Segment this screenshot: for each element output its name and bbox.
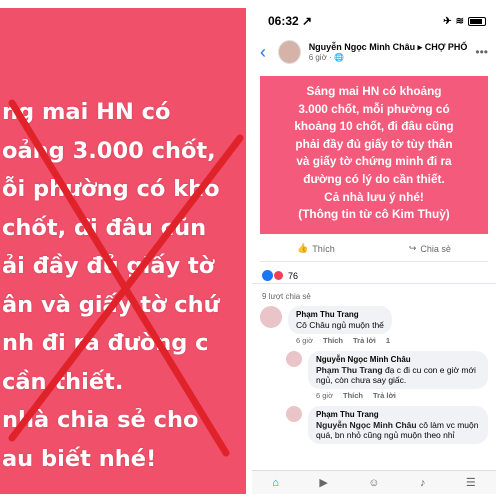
commenter-avatar[interactable] [260, 306, 282, 328]
more-options-icon[interactable]: ••• [475, 45, 488, 59]
card-line: đường có lý do cần thiết. [303, 171, 445, 186]
comment-text: Phạm Thu Trang đạ c đi cu con e giờ mới … [316, 365, 476, 385]
love-reaction-icon [273, 270, 284, 281]
video-icon[interactable]: ▶ [319, 476, 327, 489]
airplane-icon: ✈ [443, 15, 452, 27]
comment-actions: 6 giờ Thích Trả lời [308, 389, 488, 400]
status-bar: 06:32 ↗ ✈ ≋ [252, 8, 496, 34]
reaction-summary[interactable]: 76 [252, 262, 496, 284]
card-line: (Thông tin từ cô Kim Thuỳ) [298, 207, 450, 222]
like-button[interactable]: 👍 Thích [297, 243, 335, 254]
card-line: phải đầy đủ giấy tờ tùy thân [295, 136, 453, 151]
reply-comment: Phạm Thu Trang Nguyễn Ngọc Minh Châu cô … [252, 406, 496, 444]
comment-reply-button[interactable]: Trả lời [373, 391, 396, 400]
post-actions: 👍 Thích ↪ Chia sẻ [260, 236, 488, 262]
groups-icon[interactable]: ☺ [368, 477, 379, 489]
share-label: Chia sẻ [420, 243, 451, 254]
comment-bubble: Phạm Thu Trang Cô Châu ngủ muộn thế [288, 306, 392, 334]
bottom-tab-bar: ⌂ ▶ ☺ ♪ ☰ [252, 470, 496, 494]
battery-icon [468, 16, 486, 26]
post-author[interactable]: Nguyễn Ngọc Minh Châu ▸ CHỢ PHỐ [309, 42, 468, 53]
reply-comment: Nguyễn Ngọc Minh Châu Phạm Thu Trang đạ … [252, 351, 496, 400]
comment-text: Cô Châu ngủ muộn thế [296, 320, 384, 330]
mention-link[interactable]: Nguyễn Ngọc Minh Châu [316, 420, 417, 430]
post-header: ‹ Nguyễn Ngọc Minh Châu ▸ CHỢ PHỐ 6 giờ … [252, 34, 496, 70]
commenter-name[interactable]: Nguyễn Ngọc Minh Châu [316, 355, 480, 364]
wifi-icon: ≋ [455, 15, 464, 27]
phone-screenshot: 06:32 ↗ ✈ ≋ ‹ Nguyễn Ngọc Minh Châu ▸ CH… [252, 8, 496, 494]
commenter-avatar[interactable] [286, 406, 302, 422]
post-time: 6 giờ · 🌐 [308, 53, 344, 62]
commenter-avatar[interactable] [286, 351, 302, 367]
comment-bubble: Nguyễn Ngọc Minh Châu Phạm Thu Trang đạ … [308, 351, 488, 389]
home-icon[interactable]: ⌂ [272, 477, 279, 489]
share-count[interactable]: 9 lượt chia sẻ [252, 284, 496, 306]
zoomed-post-crop: ng mai HN có oảng 3.000 chốt, ỗi phường … [0, 8, 246, 494]
post-card: Sáng mai HN có khoảng 3.000 chốt, mỗi ph… [260, 76, 488, 234]
card-line: và giấy tờ chứng minh đi ra [296, 154, 452, 169]
comment-actions: 6 giờ Thích Trả lời 1 [288, 334, 392, 345]
commenter-name[interactable]: Phạm Thu Trang [316, 410, 480, 419]
comment-reply-button[interactable]: Trả lời [353, 336, 376, 345]
author-avatar[interactable] [277, 40, 301, 64]
comment-like-button[interactable]: Thích [343, 391, 363, 400]
mention-link[interactable]: Phạm Thu Trang [316, 365, 383, 375]
like-reaction-icon [262, 270, 273, 281]
comment-reaction-count: 1 [385, 336, 391, 345]
status-time: 06:32 ↗ [268, 14, 313, 28]
comment-bubble: Phạm Thu Trang Nguyễn Ngọc Minh Châu cô … [308, 406, 488, 444]
comment-time: 6 giờ [296, 336, 314, 345]
card-line: Cả nhà lưu ý nhé! [324, 189, 424, 204]
commenter-name[interactable]: Phạm Thu Trang [296, 310, 384, 319]
thumbs-up-icon: 👍 [297, 243, 309, 253]
card-line: 3.000 chốt, mỗi phường có [298, 101, 450, 116]
status-icons: ✈ ≋ [443, 16, 486, 27]
back-icon[interactable]: ‹ [260, 42, 270, 63]
card-line: Sáng mai HN có khoảng [306, 84, 442, 98]
reaction-count: 76 [288, 270, 299, 281]
menu-icon[interactable]: ☰ [466, 476, 476, 489]
card-line: khoảng 10 chốt, đi đâu cũng [294, 119, 454, 134]
post-meta: Nguyễn Ngọc Minh Châu ▸ CHỢ PHỐ 6 giờ · … [309, 42, 468, 62]
comment: Phạm Thu Trang Cô Châu ngủ muộn thế 6 gi… [252, 306, 496, 345]
share-button[interactable]: ↪ Chia sẻ [409, 243, 451, 254]
fake-news-x-mark [8, 99, 244, 457]
screenshot-collage: ng mai HN có oảng 3.000 chốt, ỗi phường … [0, 0, 500, 500]
globe-icon: 🌐 [333, 53, 344, 62]
comment-like-button[interactable]: Thích [323, 336, 343, 345]
notifications-icon[interactable]: ♪ [420, 477, 426, 489]
comment-text: Nguyễn Ngọc Minh Châu cô làm vc muộn quá… [316, 420, 479, 440]
share-arrow-icon: ↪ [408, 243, 417, 253]
comment-time: 6 giờ [316, 391, 334, 400]
like-label: Thích [312, 243, 335, 254]
